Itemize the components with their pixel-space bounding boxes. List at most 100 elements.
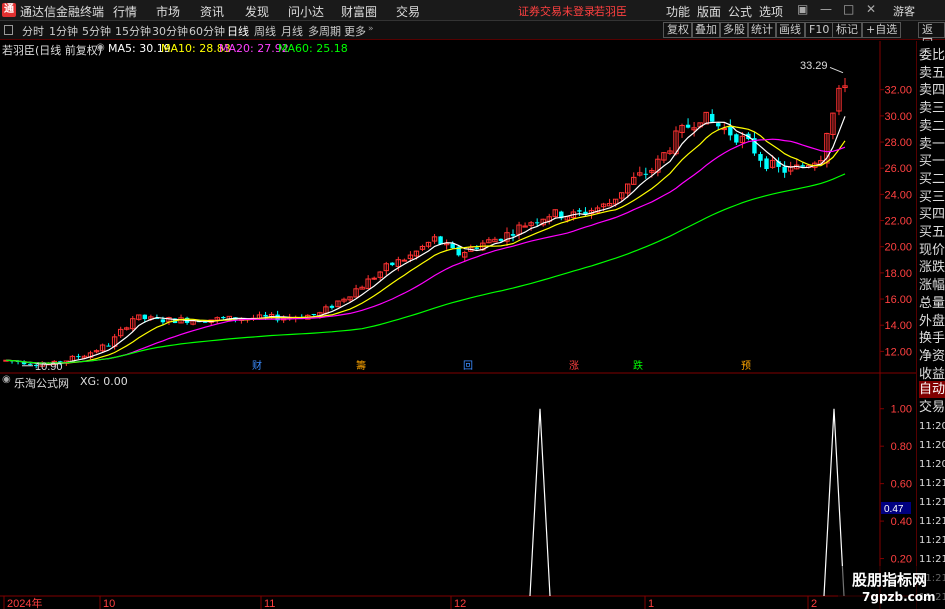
app-name: 通达信金融终端: [20, 5, 105, 19]
quote-field-label: 委比: [919, 48, 945, 63]
quote-field-label: 买三: [919, 189, 945, 205]
guest-label[interactable]: 游客: [893, 3, 915, 19]
price-tick-label: 12.00: [884, 346, 912, 358]
period-monthly[interactable]: 月线: [281, 23, 303, 39]
period-more[interactable]: 更多: [344, 23, 366, 39]
candle-body: [800, 165, 805, 167]
maximize-icon[interactable]: □: [843, 2, 854, 16]
event-marker: 跌: [633, 359, 643, 372]
ind-tick-label: 0.40: [891, 516, 912, 528]
f10-button[interactable]: F10: [805, 22, 834, 38]
tick-time: 11:20: [919, 421, 945, 432]
menu-zixun[interactable]: 资讯: [200, 3, 224, 20]
collapse-icon[interactable]: [4, 25, 13, 35]
candle-body: [160, 319, 166, 323]
price-tick-label: 28.00: [884, 137, 912, 149]
minimize-icon[interactable]: —: [820, 2, 832, 16]
period-60min[interactable]: 60分钟: [189, 23, 225, 39]
price-tick-label: 18.00: [884, 268, 912, 280]
tool-xuanxiang[interactable]: 选项: [759, 3, 783, 20]
ind-tick-label: 0.60: [891, 479, 912, 491]
menu-shichang[interactable]: 市场: [156, 3, 180, 20]
current-value-label: 0.47: [884, 504, 904, 515]
stock-name-title: 若羽臣: [594, 5, 627, 18]
tool-gongshi[interactable]: 公式: [728, 3, 752, 20]
price-tick-label: 24.00: [884, 189, 912, 201]
period-daily[interactable]: 日线: [227, 23, 249, 39]
candle-body: [764, 158, 769, 170]
candle-body: [498, 238, 504, 241]
window-menu-icon[interactable]: ▣: [797, 2, 808, 16]
candle-body: [390, 262, 395, 266]
back-button[interactable]: 返回: [918, 22, 945, 50]
price-tick-label: 20.00: [884, 242, 912, 254]
trade-login-notice[interactable]: 证券交易未登录: [518, 3, 595, 19]
time-tick-label: 2024年: [7, 596, 42, 609]
tick-time: 11:21: [919, 516, 945, 527]
mark-button[interactable]: 标记: [832, 22, 862, 38]
low-price-annotation: 10.90: [35, 361, 63, 373]
tool-banmian[interactable]: 版面: [697, 3, 721, 20]
trade-tab[interactable]: 交易: [919, 399, 945, 416]
time-tick-label: 10: [103, 598, 115, 609]
event-marker: 财: [252, 359, 262, 372]
xg-signal-spike: [529, 408, 551, 597]
high-arrow: [829, 67, 844, 74]
period-30min[interactable]: 30分钟: [152, 23, 188, 39]
quote-field-label: 买一: [919, 154, 945, 170]
candle-body: [27, 363, 33, 365]
candle-body: [758, 154, 763, 161]
app-logo-icon: 通: [2, 3, 16, 17]
close-icon[interactable]: ✕: [866, 2, 876, 16]
candle-body: [450, 243, 455, 249]
price-tick-label: 16.00: [884, 294, 912, 306]
stats-button[interactable]: 统计: [747, 22, 777, 38]
menu-wenxiaoda[interactable]: 问小达: [288, 3, 324, 20]
more-chevron-icon[interactable]: »: [368, 24, 374, 34]
quote-field-label: 卖四: [919, 83, 945, 99]
ind-tick-label: 1.00: [891, 404, 912, 416]
period-fenshi[interactable]: 分时: [22, 23, 44, 39]
tick-time: 11:20: [919, 459, 945, 470]
candle-body: [643, 173, 649, 175]
overlay-button[interactable]: 叠加: [691, 22, 721, 38]
quote-field-label: 买二: [919, 171, 945, 187]
candle-body: [474, 247, 480, 249]
candle-body: [371, 277, 377, 280]
multi-stock-button[interactable]: 多股: [719, 22, 749, 38]
menu-faxian[interactable]: 发现: [245, 3, 269, 20]
tick-time: 11:21: [919, 478, 945, 489]
high-price-annotation: 33.29: [800, 60, 828, 72]
event-marker: 预: [741, 360, 751, 372]
ma20-line: [5, 138, 846, 364]
auto-trade-tab[interactable]: 自动: [919, 381, 945, 398]
tick-time: 11:21: [919, 554, 945, 565]
time-tick-label: 11: [264, 598, 275, 609]
period-15min[interactable]: 15分钟: [115, 23, 151, 39]
menu-hangqing[interactable]: 行情: [113, 3, 137, 20]
quote-field-label: 买五: [919, 225, 945, 240]
add-watchlist-button[interactable]: +自选: [862, 22, 902, 38]
candle-body: [202, 321, 208, 323]
period-weekly[interactable]: 周线: [254, 23, 276, 39]
candle-body: [534, 222, 540, 224]
quote-field-label: 外盘: [919, 313, 945, 329]
event-marker: 回: [463, 360, 473, 372]
menu-caifuquan[interactable]: 财富圈: [341, 3, 377, 20]
period-5min[interactable]: 5分钟: [82, 23, 111, 39]
candle-body: [401, 259, 408, 262]
price-tick-label: 32.00: [884, 85, 912, 97]
menu-jiaoyi[interactable]: 交易: [396, 3, 420, 20]
time-tick-label: 1: [648, 598, 654, 609]
site-watermark: 股朋指标网 7gpzb.com: [838, 566, 945, 609]
quote-side-panel: 委比 卖五 卖四 卖三 卖二 卖一 买一 买二 买三 买四 买五 现价 涨跌 涨幅 总量 外盘 换手 净资 收益 自动…: [916, 41, 945, 609]
draw-line-button[interactable]: 画线: [775, 22, 805, 38]
candle-body: [106, 345, 111, 347]
period-1min[interactable]: 1分钟: [49, 23, 78, 39]
tool-gongneng[interactable]: 功能: [666, 3, 690, 20]
chart-area[interactable]: 33.29 10.90 32.00 30.00 28.00 26.00 24.00 22.0…: [0, 41, 916, 609]
period-multi[interactable]: 多周期: [308, 23, 341, 39]
quote-field-label: 现价: [919, 242, 945, 258]
fuquan-button[interactable]: 复权: [663, 22, 693, 38]
quote-field-label: 卖一: [919, 136, 945, 152]
